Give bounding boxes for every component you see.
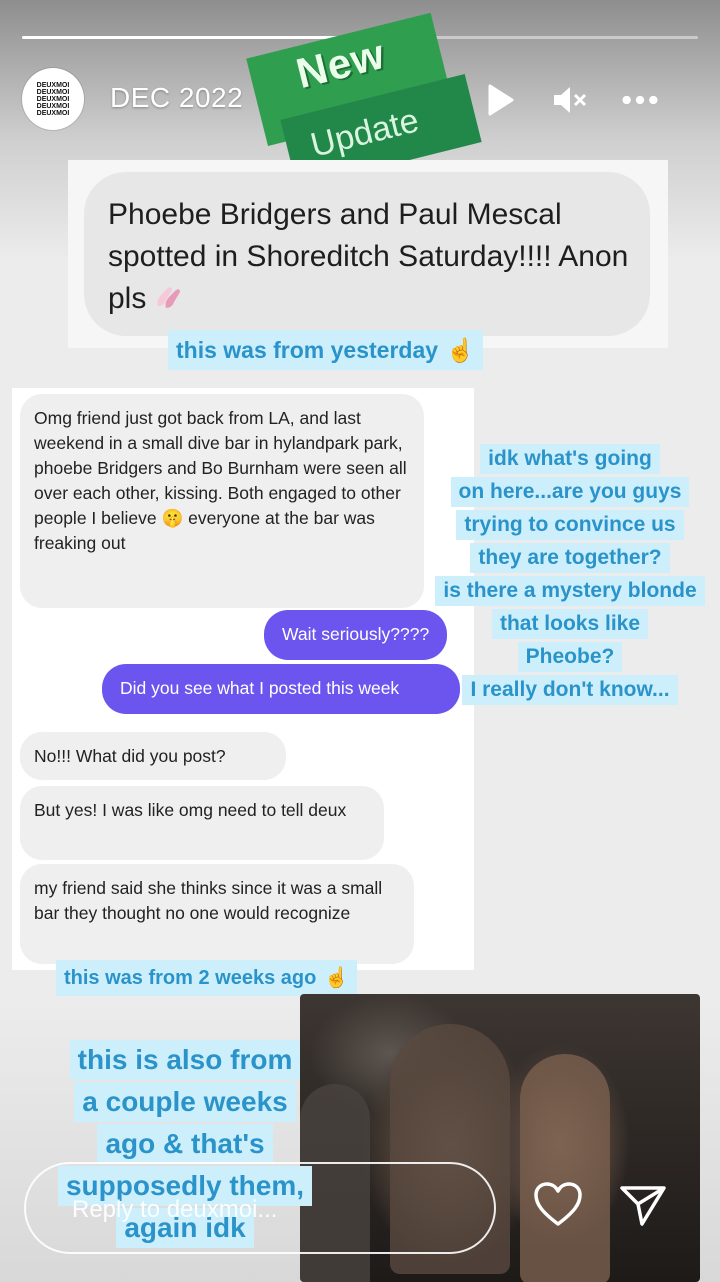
caption-line: is there a mystery blonde (435, 576, 705, 606)
caption-yesterday: this was from yesterday ☝ (168, 330, 483, 370)
avatar[interactable]: DEUXMOI DEUXMOI DEUXMOI DEUXMOI DEUXMOI (22, 68, 84, 130)
send-icon[interactable] (618, 1182, 668, 1228)
caption-line: they are together? (470, 543, 670, 573)
caption-line: I really don't know... (462, 675, 678, 705)
caption-line: trying to convince us (456, 510, 684, 540)
caption-yesterday-text: this was from yesterday (176, 337, 439, 363)
pointing-hand-icon: ☝ (324, 967, 350, 989)
new-update-sticker: New Update (246, 10, 482, 188)
incoming-message: my friend said she thinks since it was a… (20, 864, 414, 964)
reply-input[interactable] (70, 1192, 454, 1228)
more-options-icon[interactable] (620, 82, 660, 118)
right-caption: idk what's going on here...are you guys … (420, 444, 720, 708)
caption-line: that looks like (491, 609, 649, 639)
anon-message-bubble: Phoebe Bridgers and Paul Mescal spotted … (84, 172, 650, 336)
nail-polish-icon (157, 287, 181, 308)
photo-figure (520, 1054, 610, 1282)
caption-2-weeks-text: this was from 2 weeks ago (64, 967, 317, 989)
caption-line: idk what's going (480, 444, 660, 474)
pointing-hand-icon: ☝ (446, 337, 475, 363)
caption-line: on here...are you guys (450, 477, 690, 507)
avatar-logo-text: DEUXMOI DEUXMOI DEUXMOI DEUXMOI DEUXMOI (36, 81, 70, 117)
caption-line: Pheobe? (517, 642, 623, 672)
mute-icon[interactable] (550, 82, 590, 118)
play-icon[interactable] (480, 82, 520, 118)
incoming-message: No!!! What did you post? (20, 732, 286, 780)
reply-bar[interactable] (24, 1162, 496, 1254)
incoming-message: Omg friend just got back from LA, and la… (20, 394, 424, 608)
caption-line: a couple weeks (74, 1082, 296, 1122)
caption-line: this is also from (69, 1040, 301, 1080)
account-name[interactable]: DEC 2022 (110, 82, 243, 114)
outgoing-message: Did you see what I posted this week (102, 664, 460, 714)
heart-icon[interactable] (532, 1180, 584, 1230)
caption-2-weeks: this was from 2 weeks ago ☝ (56, 960, 358, 996)
caption-line: ago & that's (97, 1124, 273, 1164)
anon-message-text: Phoebe Bridgers and Paul Mescal spotted … (108, 198, 629, 315)
incoming-message: But yes! I was like omg need to tell deu… (20, 786, 384, 860)
